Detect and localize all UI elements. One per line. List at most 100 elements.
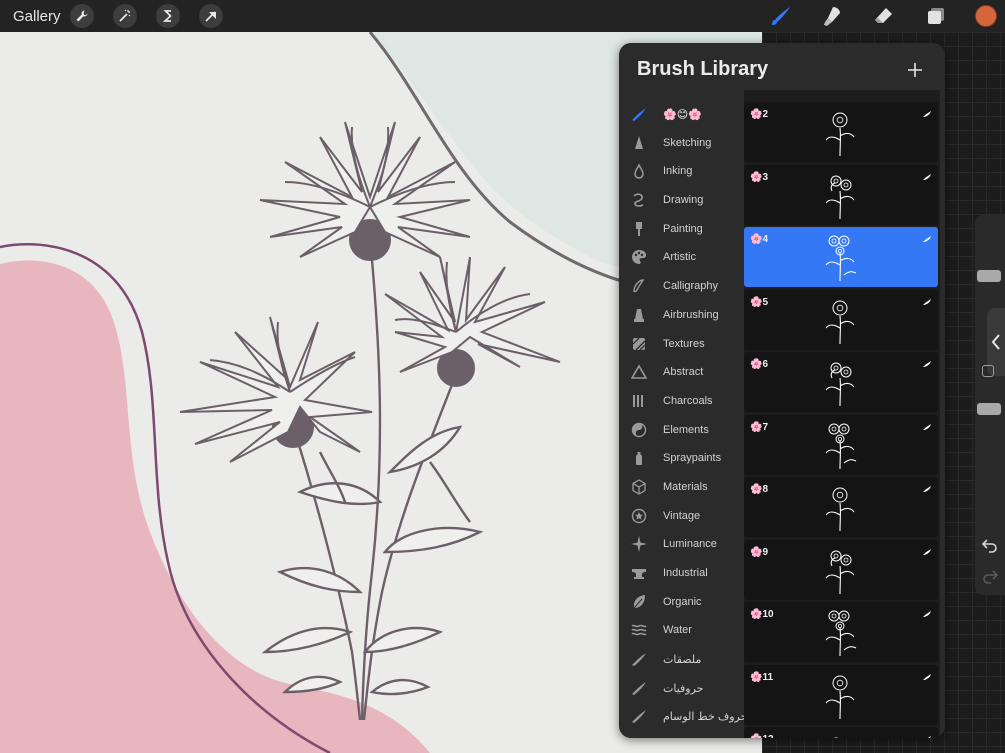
brush-stroke-icon	[923, 423, 931, 430]
anvil-icon	[632, 569, 646, 579]
brush-size-slider[interactable]	[977, 270, 1001, 282]
gallery-button[interactable]: Gallery	[13, 8, 61, 25]
texture-icon	[632, 337, 646, 350]
brush-item[interactable]: 🌸8	[744, 477, 938, 537]
brush-library-panel: Brush Library 🌸😊🌸 Sketching Inking Drawi…	[619, 43, 945, 738]
magic-wand-icon[interactable]	[113, 4, 137, 28]
brush-item[interactable]: 🌸5	[744, 289, 938, 350]
category-item-calligraphy[interactable]: Calligraphy	[619, 272, 743, 301]
brush-item[interactable]: 🌸4	[744, 227, 938, 287]
flower-brush-preview-icon	[825, 175, 855, 219]
category-item-elements[interactable]: Elements	[619, 416, 743, 445]
category-item-letters-ar[interactable]: حروفيات	[619, 674, 743, 703]
category-item-organic[interactable]: Organic	[619, 588, 743, 617]
flower-brush-preview-icon	[825, 362, 855, 407]
pencil-tip-icon	[635, 135, 643, 149]
airbrush-icon	[634, 308, 644, 322]
brush-label: 🌸12	[750, 734, 774, 738]
category-item-vintage[interactable]: Vintage	[619, 502, 743, 531]
top-toolbar: Gallery	[0, 0, 1005, 32]
category-label: Charcoals	[663, 394, 713, 407]
brush-stroke-icon	[923, 173, 931, 180]
brush-item[interactable]: 🌸11	[744, 664, 938, 725]
category-item-abstract[interactable]: Abstract	[619, 358, 743, 387]
transform-arrow-icon[interactable]	[199, 4, 223, 28]
category-item-favorites[interactable]: 🌸😊🌸	[619, 100, 743, 129]
flower-brush-preview-icon	[825, 235, 857, 282]
category-label: ملصقات	[663, 654, 702, 667]
category-item-stickers-ar[interactable]: ملصقات	[619, 645, 743, 674]
flower-brush-preview-icon	[825, 675, 855, 719]
brush-stroke-icon	[923, 298, 931, 305]
wrench-icon[interactable]	[70, 4, 94, 28]
charcoal-icon	[633, 394, 643, 407]
color-picker-button[interactable]	[975, 5, 997, 27]
brush-item[interactable]: 🌸2	[744, 102, 938, 162]
brush-item[interactable]: 🌸9	[744, 539, 938, 600]
cube-icon	[632, 479, 646, 495]
category-label: Textures	[663, 337, 705, 350]
category-item-wisam-font-ar[interactable]: حروف خط الوسام	[619, 702, 747, 731]
category-item-luminance[interactable]: Luminance	[619, 530, 743, 559]
layers-icon[interactable]	[923, 4, 949, 28]
brush-stroke-icon	[632, 108, 646, 121]
brush-item[interactable]: 🌸6	[744, 352, 938, 412]
flower-brush-preview-icon	[825, 550, 855, 594]
brush-item[interactable]: 🌸3	[744, 164, 938, 225]
brush-icon[interactable]	[768, 4, 794, 28]
category-item-charcoals[interactable]: Charcoals	[619, 387, 743, 416]
brush-label: 🌸2	[750, 109, 769, 120]
category-item-artistic[interactable]: Artistic	[619, 243, 743, 272]
category-item-drawing[interactable]: Drawing	[619, 186, 743, 215]
brush-stroke-icon	[923, 111, 931, 117]
brush-item[interactable]: 🌸12	[744, 727, 938, 738]
flower-brush-preview-icon	[825, 487, 855, 532]
flower-head-right	[384, 256, 561, 387]
redo-icon[interactable]	[981, 568, 999, 584]
brush-stroke-icon	[632, 681, 646, 695]
modify-button-icon[interactable]	[982, 365, 994, 377]
smudge-icon[interactable]	[818, 4, 844, 28]
calligraphy-icon	[633, 279, 645, 293]
selection-s-icon[interactable]	[156, 4, 180, 28]
squiggle-icon	[633, 193, 644, 207]
leaf-icon	[633, 594, 645, 609]
brush-stroke-icon	[923, 361, 931, 367]
brush-list: 🌸2 🌸3 🌸4 🌸5 🌸6 🌸7 🌸8 🌸9 🌸10 🌸11 🌸12	[744, 90, 940, 738]
plus-icon[interactable]	[905, 60, 925, 80]
brush-stroke-icon	[923, 548, 931, 555]
category-label: Drawing	[663, 194, 704, 207]
opacity-slider[interactable]	[977, 403, 1001, 415]
category-item-inking[interactable]: Inking	[619, 157, 743, 186]
category-item-materials[interactable]: Materials	[619, 473, 743, 502]
category-item-textures[interactable]: Textures	[619, 330, 743, 359]
category-item-spraypaints[interactable]: Spraypaints	[619, 444, 743, 473]
flower-brush-preview-icon	[833, 737, 839, 738]
category-item-sketching[interactable]: Sketching	[619, 129, 743, 158]
flower-brush-preview-icon	[825, 300, 855, 344]
paint-brush-icon	[636, 221, 642, 236]
brush-stroke-icon	[632, 710, 646, 724]
brush-item[interactable]: 🌸7	[744, 414, 938, 475]
category-item-industrial[interactable]: Industrial	[619, 559, 743, 588]
brush-label: 🌸7	[750, 421, 769, 433]
brush-stroke-icon	[923, 236, 931, 242]
eraser-icon[interactable]	[870, 4, 896, 28]
category-label: Abstract	[663, 366, 704, 379]
category-label: Water	[663, 624, 692, 637]
brush-stroke-icon	[927, 736, 931, 738]
brush-item[interactable]: 🌸10	[744, 602, 938, 662]
undo-icon[interactable]	[981, 537, 999, 553]
category-item-painting[interactable]: Painting	[619, 215, 743, 244]
category-label: Elements	[663, 423, 709, 436]
chevron-left-icon	[991, 334, 1000, 350]
category-label: Organic	[663, 595, 702, 608]
brush-label: 🌸9	[750, 546, 769, 558]
sparkle-icon	[631, 536, 647, 553]
category-item-airbrushing[interactable]: Airbrushing	[619, 301, 743, 330]
brush-stroke-icon	[923, 673, 931, 680]
category-item-water[interactable]: Water	[619, 616, 743, 645]
brush-label: 🌸6	[750, 359, 769, 370]
pink-blob	[0, 260, 430, 753]
brush-label: 🌸5	[750, 296, 769, 308]
